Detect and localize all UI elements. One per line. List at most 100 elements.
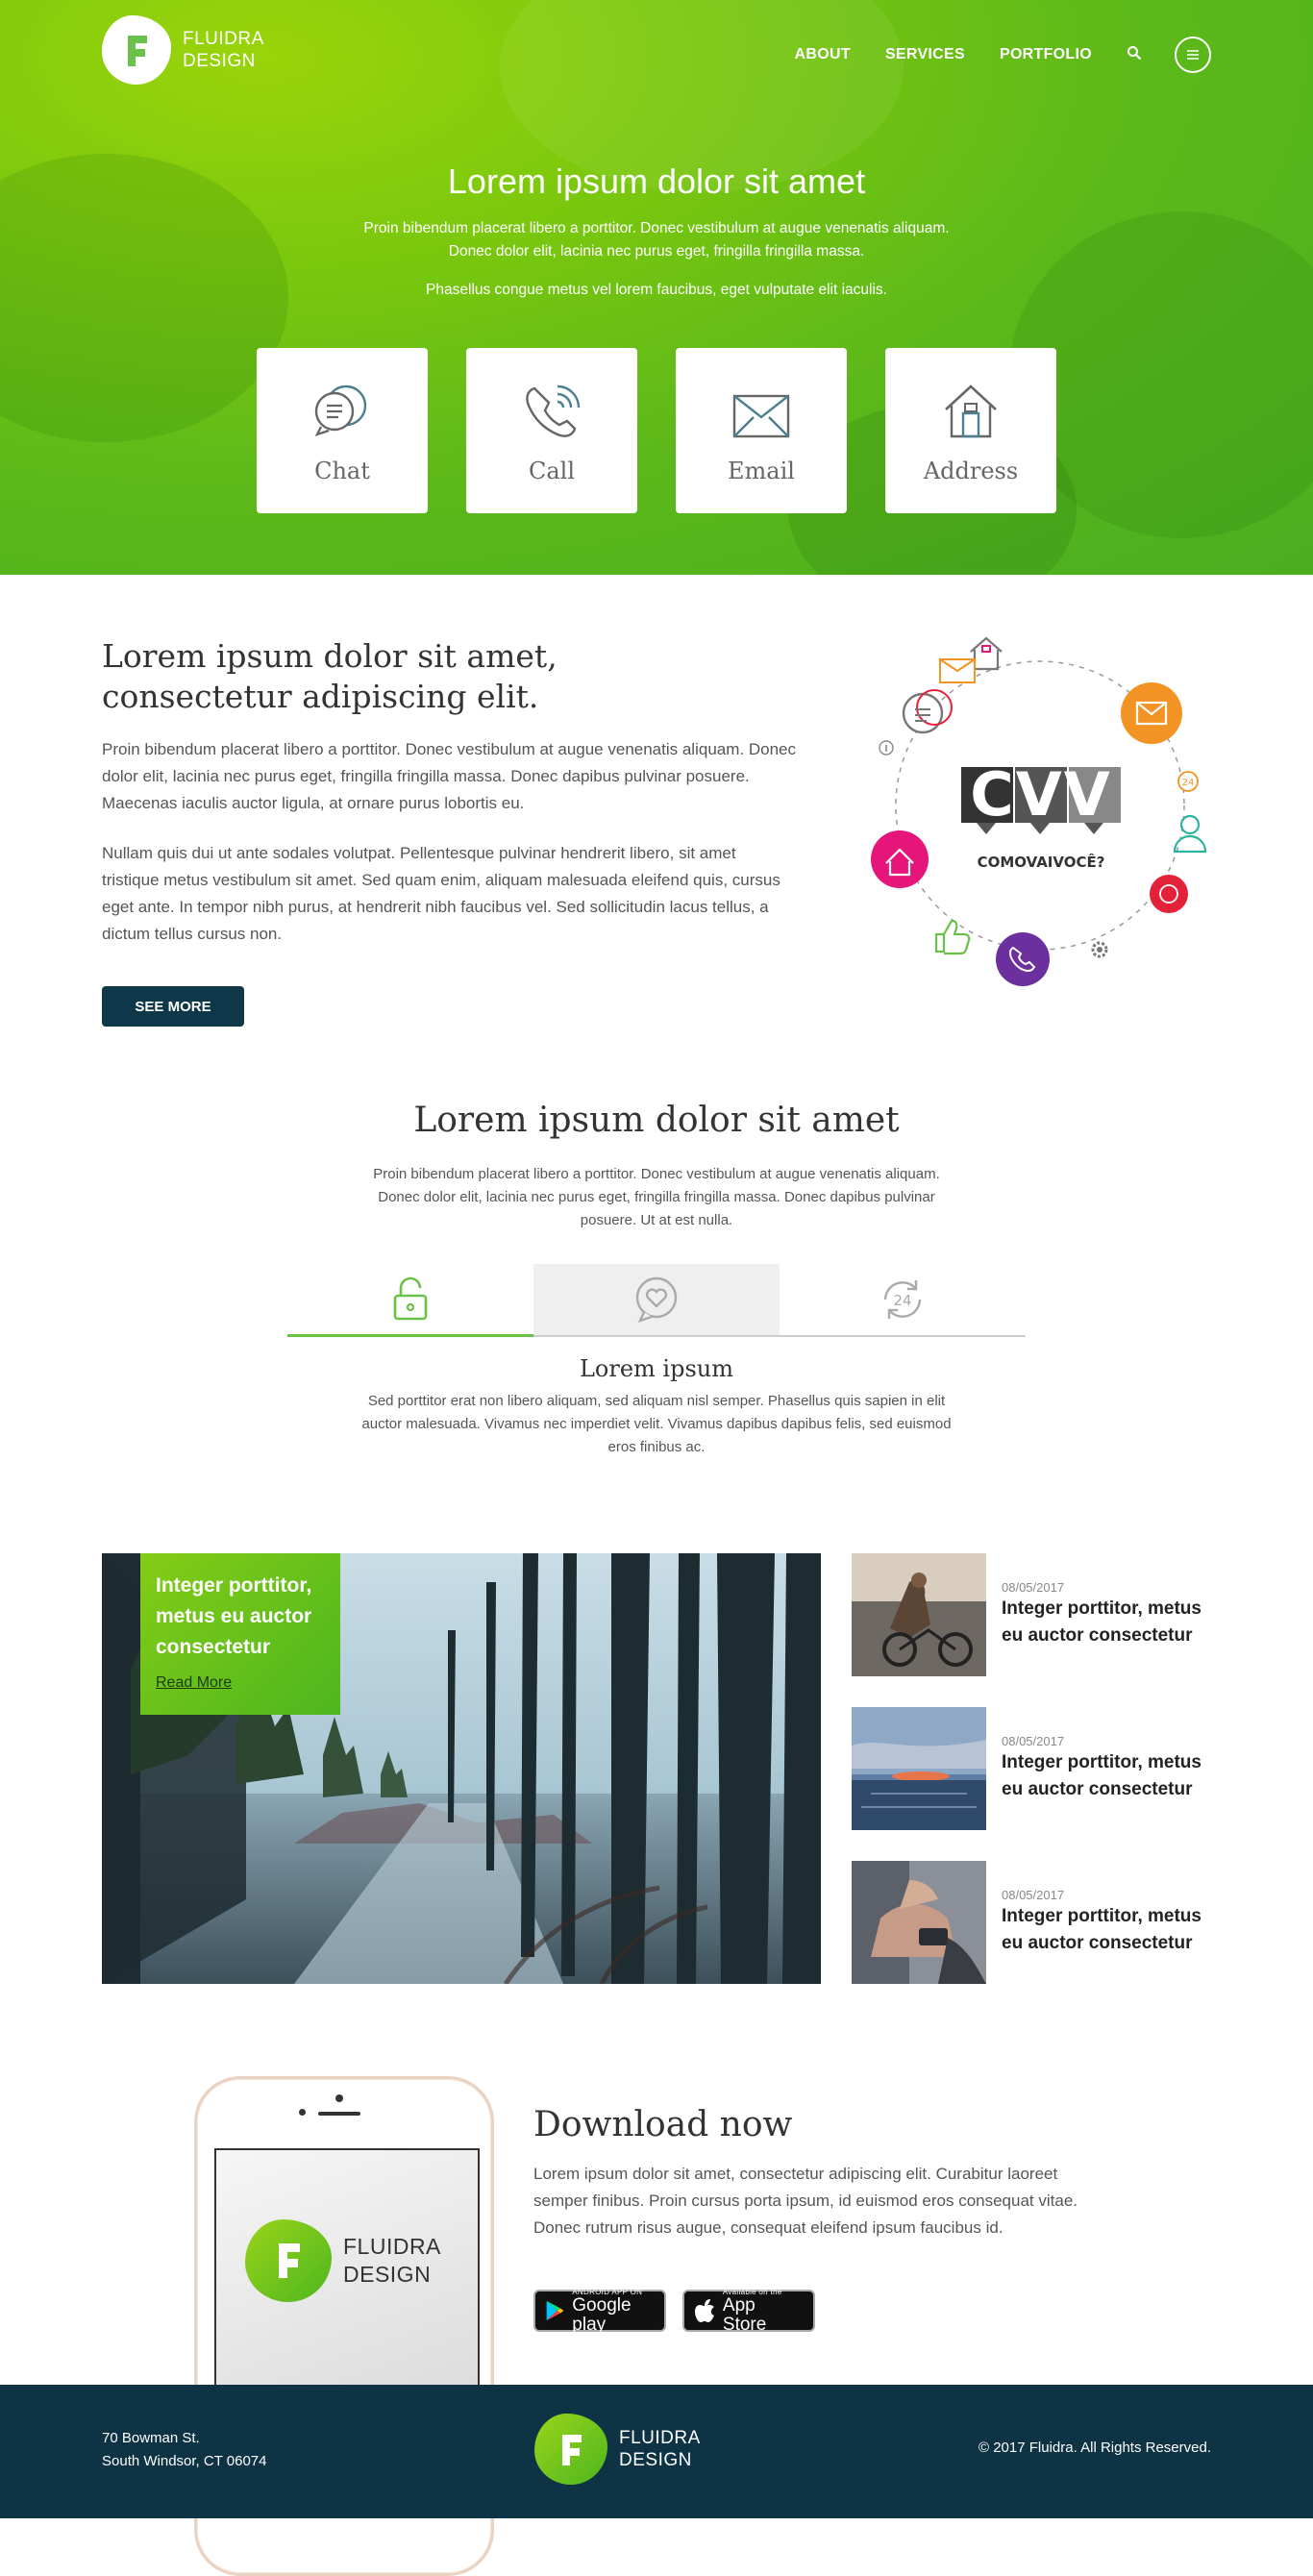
email-label: Email bbox=[728, 458, 795, 484]
nav-portfolio[interactable]: PORTFOLIO bbox=[1000, 46, 1092, 63]
features-text-line: Proin bibendum placerat libero a porttit… bbox=[373, 1166, 940, 1182]
chat-icon bbox=[314, 384, 367, 437]
about-p2-line: tristique metus vestibulum sit amet. Sed… bbox=[102, 871, 780, 889]
see-more-button[interactable]: SEE MORE bbox=[102, 986, 244, 1027]
google-play-button[interactable]: ANDROID APP ON Google play bbox=[533, 2288, 666, 2334]
hero-section: FLUIDRA DESIGN ABOUT SERVICES PORTFOLIO … bbox=[0, 0, 1313, 575]
logo-line1: FLUIDRA bbox=[183, 29, 264, 49]
search-icon[interactable] bbox=[1127, 45, 1142, 65]
tab-support-24[interactable]: 24 bbox=[780, 1264, 1026, 1335]
gear-icon bbox=[1091, 941, 1108, 958]
hero-text-2: Donec dolor elit, lacinia nec purus eget… bbox=[448, 243, 865, 260]
hero-text-3: Phasellus congue metus vel lorem faucibu… bbox=[426, 282, 887, 298]
about-p1-line: dolor elit, lacinia nec purus eget, frin… bbox=[102, 767, 750, 785]
logo-text: FLUIDRA DESIGN bbox=[183, 28, 264, 72]
call-label: Call bbox=[528, 458, 576, 484]
cvv-logo-text: CVV bbox=[970, 759, 1111, 830]
phone-camera bbox=[335, 2094, 343, 2102]
heart-chat-icon bbox=[635, 1276, 678, 1323]
post-date: 08/05/2017 bbox=[1002, 1734, 1065, 1748]
refresh-24-icon: 24 bbox=[883, 1280, 922, 1319]
user-outline-icon bbox=[1173, 814, 1207, 854]
logo-text: FLUIDRA DESIGN bbox=[619, 2427, 701, 2471]
phone-sensor bbox=[299, 2109, 306, 2116]
post-thumbnail bbox=[852, 1553, 986, 1676]
logo-line2: DESIGN bbox=[343, 2262, 432, 2287]
logo-line2: DESIGN bbox=[619, 2450, 692, 2470]
blog-post-3[interactable]: 08/05/2017 Integer porttitor, metus eu a… bbox=[852, 1861, 1236, 1984]
about-paragraph-2: Nullam quis dui ut ante sodales volutpat… bbox=[102, 840, 842, 948]
post-date: 08/05/2017 bbox=[1002, 1888, 1065, 1902]
contact-cards: Chat Call Email Address bbox=[257, 348, 1056, 513]
thumbs-up-icon bbox=[934, 919, 971, 955]
featured-post[interactable]: Integer porttitor, metus eu auctor conse… bbox=[102, 1553, 821, 1984]
nav-about[interactable]: ABOUT bbox=[795, 46, 851, 63]
email-card[interactable]: Email bbox=[676, 348, 847, 513]
tab-24-label: 24 bbox=[893, 1292, 911, 1309]
feature-tabs: 24 bbox=[287, 1264, 1026, 1337]
chat-outline-icon bbox=[902, 689, 953, 734]
logo-icon bbox=[245, 2219, 332, 2302]
footer-address: 70 Bowman St. South Windsor, CT 06074 bbox=[102, 2427, 267, 2473]
main-nav: ABOUT SERVICES PORTFOLIO bbox=[795, 37, 1211, 73]
features-text-line: Donec dolor elit, lacinia nec purus eget… bbox=[378, 1189, 935, 1205]
tab-text-line: eros finibus ac. bbox=[607, 1439, 706, 1455]
about-p2-line: dictum tellus cursus non. bbox=[102, 925, 283, 943]
header-logo[interactable]: FLUIDRA DESIGN bbox=[102, 15, 264, 85]
post-title[interactable]: Integer porttitor, metus eu auctor conse… bbox=[1002, 1596, 1223, 1649]
call-card[interactable]: Call bbox=[466, 348, 637, 513]
tab-security[interactable] bbox=[287, 1264, 533, 1337]
download-title: Download now bbox=[533, 2105, 793, 2144]
about-title-line2: consectetur adipiscing elit. bbox=[102, 678, 539, 715]
blog-post-2[interactable]: 08/05/2017 Integer porttitor, metus eu a… bbox=[852, 1707, 1236, 1830]
about-p1-line: Maecenas iaculis auctor ligula, at ornar… bbox=[102, 794, 525, 812]
phone-logo: FLUIDRA DESIGN bbox=[245, 2219, 441, 2302]
tab-favorites[interactable] bbox=[533, 1264, 780, 1335]
about-p1-line: Proin bibendum placerat libero a porttit… bbox=[102, 740, 796, 758]
app-store-button[interactable]: Available on the App Store bbox=[682, 2288, 815, 2335]
envelope-outline-icon bbox=[939, 658, 976, 683]
about-title: Lorem ipsum dolor sit amet, consectetur … bbox=[102, 636, 557, 717]
hero-text-1: Proin bibendum placerat libero a porttit… bbox=[363, 220, 950, 236]
email-icon bbox=[732, 394, 790, 438]
post-thumbnail bbox=[852, 1707, 986, 1830]
tab-text-line: Sed porttitor erat non libero aliquam, s… bbox=[367, 1393, 946, 1409]
app-store-big: App Store bbox=[722, 2294, 767, 2335]
phone-badge-icon bbox=[996, 932, 1050, 986]
logo-text: FLUIDRA DESIGN bbox=[343, 2233, 441, 2289]
apple-icon bbox=[694, 2299, 714, 2322]
featured-post-title: Integer porttitor, metus eu auctor conse… bbox=[156, 1574, 312, 1658]
chat-card[interactable]: Chat bbox=[257, 348, 428, 513]
chat-badge-icon bbox=[1150, 875, 1188, 913]
menu-icon[interactable] bbox=[1175, 37, 1211, 73]
cvv-logo: CVV COMOVAIVOCÊ? bbox=[961, 759, 1121, 871]
copyright: © 2017 Fluidra. All Rights Reserved. bbox=[979, 2440, 1211, 2456]
read-more-link[interactable]: Read More bbox=[156, 1674, 325, 1692]
chat-label: Chat bbox=[314, 458, 370, 484]
about-p2-line: Nullam quis dui ut ante sodales volutpat… bbox=[102, 844, 736, 862]
post-title[interactable]: Integer porttitor, metus eu auctor conse… bbox=[1002, 1903, 1223, 1957]
address-line-1: 70 Bowman St. bbox=[102, 2430, 200, 2446]
download-text: Lorem ipsum dolor sit amet, consectetur … bbox=[533, 2165, 1078, 2237]
post-title[interactable]: Integer porttitor, metus eu auctor conse… bbox=[1002, 1749, 1223, 1803]
tab-content-text: Sed porttitor erat non libero aliquam, s… bbox=[346, 1390, 967, 1459]
nav-services[interactable]: SERVICES bbox=[885, 46, 965, 63]
about-title-line1: Lorem ipsum dolor sit amet, bbox=[102, 637, 557, 675]
logo-line2: DESIGN bbox=[183, 51, 256, 71]
tab-text-line: auctor malesuada. Vivamus nec imperdiet … bbox=[361, 1416, 952, 1432]
address-line-2: South Windsor, CT 06074 bbox=[102, 2453, 267, 2469]
phone-icon bbox=[526, 384, 581, 437]
address-card[interactable]: Address bbox=[885, 348, 1056, 513]
footer-logo[interactable]: FLUIDRA DESIGN bbox=[534, 2414, 701, 2485]
post-thumbnail bbox=[852, 1861, 986, 1984]
blog-post-1[interactable]: 08/05/2017 Integer porttitor, metus eu a… bbox=[852, 1553, 1236, 1676]
info-icon bbox=[879, 740, 894, 755]
clock-24-icon: 24 bbox=[1177, 771, 1199, 792]
google-play-icon bbox=[546, 2300, 564, 2321]
address-label: Address bbox=[923, 458, 1019, 484]
features-title: Lorem ipsum dolor sit amet bbox=[413, 1101, 900, 1140]
logo-icon bbox=[534, 2414, 607, 2485]
about-p2-line: eget ante. In tempor nibh purus, at hend… bbox=[102, 898, 769, 916]
logo-line1: FLUIDRA bbox=[619, 2428, 701, 2448]
house-badge-icon bbox=[871, 830, 929, 888]
